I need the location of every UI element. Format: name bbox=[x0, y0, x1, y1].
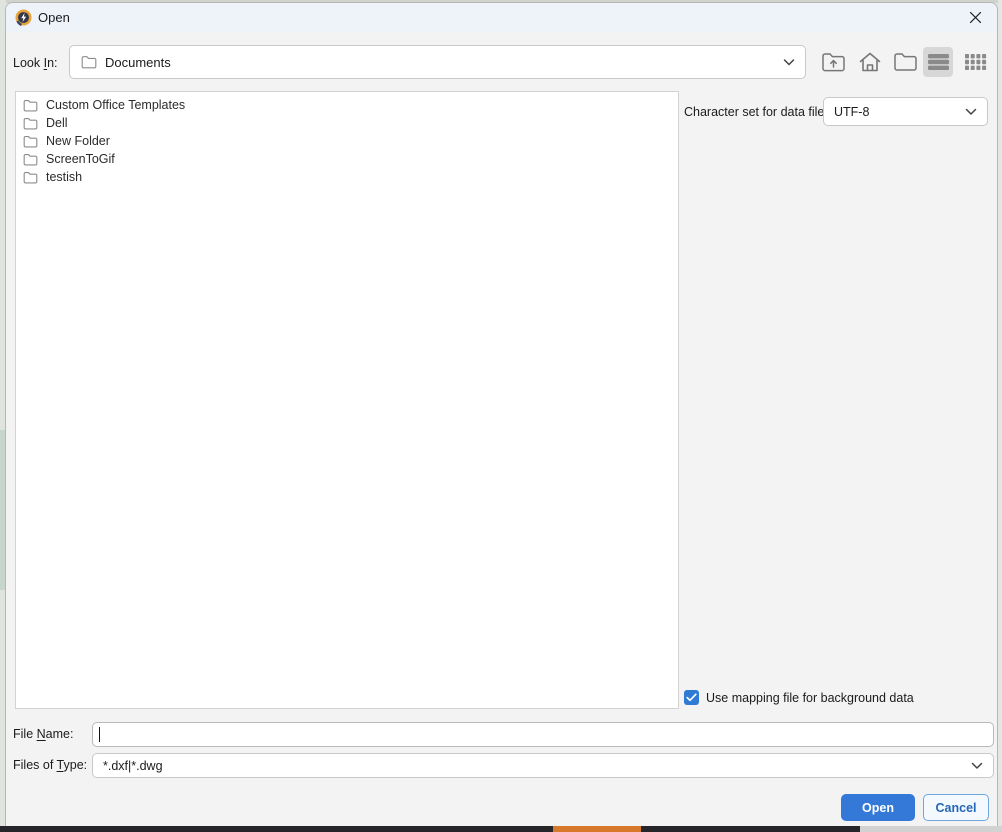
open-button[interactable]: Open bbox=[841, 794, 915, 821]
window-title: Open bbox=[38, 10, 70, 25]
file-name: Custom Office Templates bbox=[46, 98, 185, 112]
file-name: Dell bbox=[46, 116, 68, 130]
file-name: ScreenToGif bbox=[46, 152, 115, 166]
title-bar[interactable]: Open bbox=[6, 3, 997, 32]
list-view-icon bbox=[927, 53, 950, 71]
files-of-type-value: *.dxf|*.dwg bbox=[103, 759, 163, 773]
charset-label: Character set for data file: bbox=[684, 105, 828, 119]
file-list-item[interactable]: ScreenToGif bbox=[16, 150, 678, 168]
chevron-down-icon bbox=[971, 759, 983, 773]
folder-icon bbox=[23, 99, 38, 112]
taskbar-light-segment bbox=[860, 826, 1002, 832]
cancel-button[interactable]: Cancel bbox=[923, 794, 989, 821]
files-of-type-dropdown[interactable]: *.dxf|*.dwg bbox=[92, 753, 994, 778]
folder-up-icon bbox=[821, 51, 846, 73]
file-list-item[interactable]: Dell bbox=[16, 114, 678, 132]
charset-dropdown[interactable]: UTF-8 bbox=[823, 97, 988, 126]
chevron-down-icon bbox=[783, 55, 795, 70]
look-in-value: Documents bbox=[105, 55, 171, 70]
file-name: New Folder bbox=[46, 134, 110, 148]
chevron-down-icon bbox=[965, 105, 977, 119]
charset-value: UTF-8 bbox=[834, 105, 869, 119]
mapping-checkbox-row[interactable]: Use mapping file for background data bbox=[684, 690, 914, 705]
close-icon bbox=[969, 11, 982, 24]
file-list-panel[interactable]: Custom Office Templates Dell New Folder … bbox=[15, 91, 679, 709]
folder-icon bbox=[81, 55, 97, 69]
folder-icon bbox=[23, 135, 38, 148]
grid-view-icon bbox=[964, 53, 987, 71]
taskbar[interactable] bbox=[0, 826, 1002, 832]
files-of-type-label: Files of Type: bbox=[13, 758, 87, 772]
home-button[interactable] bbox=[856, 47, 884, 77]
folder-icon bbox=[23, 117, 38, 130]
mapping-checkbox-label: Use mapping file for background data bbox=[706, 691, 914, 705]
file-list-item[interactable]: New Folder bbox=[16, 132, 678, 150]
taskbar-orange-segment bbox=[553, 826, 641, 832]
checkbox-checked-icon[interactable] bbox=[684, 690, 699, 705]
look-in-label: Look In: bbox=[13, 56, 58, 70]
close-button[interactable] bbox=[959, 3, 991, 32]
new-folder-icon bbox=[893, 52, 918, 72]
folder-icon bbox=[23, 153, 38, 166]
file-list-item[interactable]: testish bbox=[16, 168, 678, 186]
folder-icon bbox=[23, 171, 38, 184]
list-view-button[interactable] bbox=[923, 47, 953, 77]
file-name-label: File Name: bbox=[13, 727, 73, 741]
home-icon bbox=[858, 51, 882, 73]
text-caret bbox=[99, 727, 100, 742]
app-logo-icon bbox=[15, 9, 32, 26]
background-strip bbox=[998, 0, 1002, 826]
look-in-dropdown[interactable]: Documents bbox=[69, 45, 806, 79]
open-dialog: Open Look In: Documents bbox=[5, 2, 998, 826]
new-folder-button[interactable] bbox=[891, 47, 919, 77]
parent-folder-button[interactable] bbox=[819, 47, 847, 77]
file-name: testish bbox=[46, 170, 82, 184]
detail-view-button[interactable] bbox=[961, 47, 989, 77]
screen: Open Look In: Documents bbox=[0, 0, 1002, 832]
file-name-input[interactable] bbox=[92, 722, 994, 747]
file-list-item[interactable]: Custom Office Templates bbox=[16, 96, 678, 114]
